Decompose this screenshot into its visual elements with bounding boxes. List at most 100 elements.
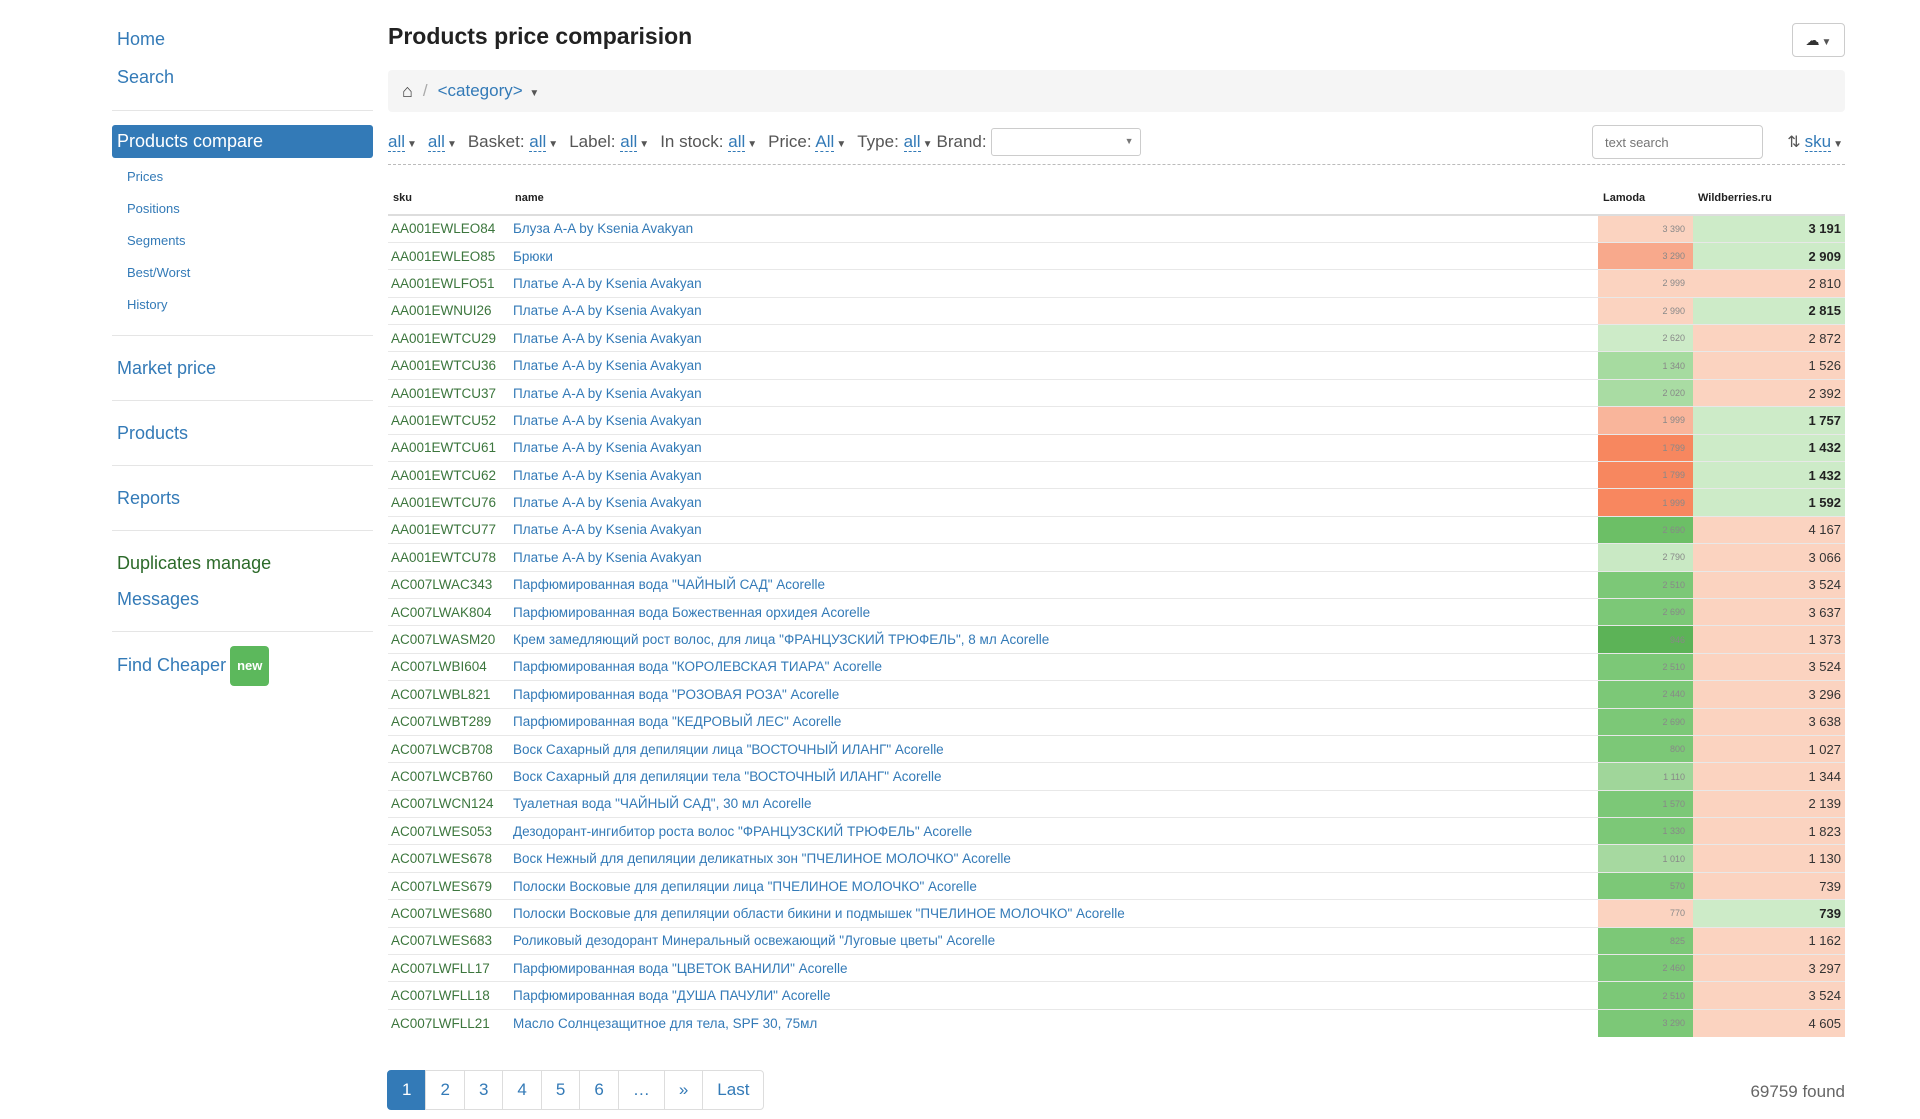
page-link[interactable]: 1 <box>387 1070 427 1110</box>
nav-find-cheaper[interactable]: Find Cheaper new <box>112 646 373 686</box>
filter-1-dropdown[interactable]: all <box>388 132 406 152</box>
sku-cell[interactable]: AA001EWTCU29 <box>388 324 510 352</box>
sku-cell[interactable]: AC007LWBT289 <box>388 707 510 736</box>
sku-cell[interactable]: AC007LWCN124 <box>388 789 510 818</box>
subnav-history[interactable]: History <box>127 289 373 321</box>
product-name-link[interactable]: Парфюмированная вода "РОЗОВАЯ РОЗА" Acor… <box>510 680 1598 709</box>
product-name-link[interactable]: Брюки <box>510 241 1598 270</box>
home-icon[interactable]: ⌂ <box>402 81 413 102</box>
col-wildberries[interactable]: Wildberries.ru <box>1693 181 1845 216</box>
sku-cell[interactable]: AA001EWTCU77 <box>388 515 510 544</box>
subnav-best-worst[interactable]: Best/Worst <box>127 257 373 289</box>
subnav-positions[interactable]: Positions <box>127 193 373 225</box>
product-name-link[interactable]: Парфюмированная вода Божественная орхиде… <box>510 597 1598 626</box>
subnav-segments[interactable]: Segments <box>127 225 373 257</box>
page-link[interactable]: 5 <box>540 1070 581 1110</box>
sku-cell[interactable]: AA001EWTCU61 <box>388 433 510 462</box>
product-name-link[interactable]: Платье A-A by Ksenia Avakyan <box>510 461 1598 489</box>
sku-cell[interactable]: AC007LWCB708 <box>388 734 510 763</box>
nav-duplicates-manage[interactable]: Duplicates manage <box>112 545 373 581</box>
nav-home[interactable]: Home <box>117 20 373 58</box>
sku-cell[interactable]: AC007LWES679 <box>388 871 510 900</box>
product-name-link[interactable]: Парфюмированная вода "ЦВЕТОК ВАНИЛИ" Aco… <box>510 954 1598 982</box>
price-dropdown[interactable]: All <box>815 132 835 152</box>
product-name-link[interactable]: Платье A-A by Ksenia Avakyan <box>510 324 1598 352</box>
sku-cell[interactable]: AA001EWNUI26 <box>388 296 510 325</box>
nav-search[interactable]: Search <box>117 58 373 96</box>
product-name-link[interactable]: Парфюмированная вода "ДУША ПАЧУЛИ" Acore… <box>510 981 1598 1010</box>
product-name-link[interactable]: Платье A-A by Ksenia Avakyan <box>510 296 1598 325</box>
basket-dropdown[interactable]: all <box>529 132 547 152</box>
sku-cell[interactable]: AA001EWTCU78 <box>388 543 510 572</box>
sku-cell[interactable]: AC007LWAK804 <box>388 597 510 626</box>
text-search-input[interactable] <box>1592 125 1763 159</box>
col-lamoda[interactable]: Lamoda <box>1598 181 1693 216</box>
product-name-link[interactable]: Платье A-A by Ksenia Avakyan <box>510 488 1598 517</box>
sku-cell[interactable]: AA001EWTCU36 <box>388 351 510 380</box>
sku-cell[interactable]: AA001EWLEO85 <box>388 241 510 270</box>
sku-cell[interactable]: AC007LWFLL18 <box>388 981 510 1010</box>
product-name-link[interactable]: Платье A-A by Ksenia Avakyan <box>510 543 1598 572</box>
page-link[interactable]: … <box>617 1070 665 1110</box>
nav-products-compare[interactable]: Products compare <box>112 125 373 158</box>
sku-cell[interactable]: AA001EWTCU52 <box>388 406 510 435</box>
product-name-link[interactable]: Платье A-A by Ksenia Avakyan <box>510 351 1598 380</box>
product-name-link[interactable]: Парфюмированная вода "ЧАЙНЫЙ САД" Acorel… <box>510 570 1598 599</box>
page-link[interactable]: Last <box>702 1070 765 1110</box>
product-name-link[interactable]: Парфюмированная вода "КОРОЛЕВСКАЯ ТИАРА"… <box>510 652 1598 681</box>
nav-reports[interactable]: Reports <box>112 480 373 516</box>
page-link[interactable]: 6 <box>579 1070 619 1110</box>
sku-cell[interactable]: AC007LWAC343 <box>388 570 510 599</box>
product-name-link[interactable]: Платье A-A by Ksenia Avakyan <box>510 378 1598 407</box>
sku-cell[interactable]: AC007LWBI604 <box>388 652 510 681</box>
sku-cell[interactable]: AC007LWFLL17 <box>388 954 510 982</box>
nav-market-price[interactable]: Market price <box>112 350 373 386</box>
page-link[interactable]: 2 <box>425 1070 465 1110</box>
page-link[interactable]: 4 <box>502 1070 542 1110</box>
sku-cell[interactable]: AC007LWBL821 <box>388 680 510 709</box>
sku-cell[interactable]: AC007LWCB760 <box>388 762 510 791</box>
cloud-download-button[interactable]: ☁ ▼ <box>1792 23 1845 57</box>
product-name-link[interactable]: Масло Солнцезащитное для тела, SPF 30, 7… <box>510 1008 1598 1037</box>
label-dropdown[interactable]: all <box>620 132 638 152</box>
col-name[interactable]: name <box>510 181 1598 216</box>
product-name-link[interactable]: Платье A-A by Ksenia Avakyan <box>510 406 1598 435</box>
category-dropdown[interactable]: <category> ▼ <box>438 81 540 101</box>
brand-select[interactable]: ▼ <box>990 128 1141 156</box>
product-name-link[interactable]: Дезодорант-ингибитор роста волос "ФРАНЦУ… <box>510 817 1598 845</box>
nav-products[interactable]: Products <box>112 415 373 451</box>
product-name-link[interactable]: Воск Нежный для депиляции деликатных зон… <box>510 844 1598 873</box>
sku-cell[interactable]: AA001EWTCU76 <box>388 488 510 517</box>
product-name-link[interactable]: Крем замедляющий рост волос, для лица "Ф… <box>510 625 1598 654</box>
product-name-link[interactable]: Туалетная вода "ЧАЙНЫЙ САД", 30 мл Acore… <box>510 789 1598 818</box>
product-name-link[interactable]: Парфюмированная вода "КЕДРОВЫЙ ЛЕС" Acor… <box>510 707 1598 736</box>
product-name-link[interactable]: Роликовый дезодорант Минеральный освежаю… <box>510 926 1598 955</box>
instock-dropdown[interactable]: all <box>728 132 746 152</box>
sku-cell[interactable]: AC007LWES683 <box>388 926 510 955</box>
sku-cell[interactable]: AA001EWTCU62 <box>388 461 510 489</box>
col-sku[interactable]: sku <box>388 181 510 216</box>
product-name-link[interactable]: Блуза A-A by Ksenia Avakyan <box>510 214 1598 243</box>
sku-cell[interactable]: AA001EWLEO84 <box>388 214 510 243</box>
sku-cell[interactable]: AC007LWASM20 <box>388 625 510 654</box>
filter-2-dropdown[interactable]: all <box>427 132 445 152</box>
sku-cell[interactable]: AA001EWLFO51 <box>388 269 510 298</box>
subnav-prices[interactable]: Prices <box>127 161 373 193</box>
page-link[interactable]: 3 <box>463 1070 504 1110</box>
sku-cell[interactable]: AC007LWES680 <box>388 899 510 928</box>
sku-cell[interactable]: AA001EWTCU37 <box>388 378 510 407</box>
product-name-link[interactable]: Воск Сахарный для депиляции тела "ВОСТОЧ… <box>510 762 1598 791</box>
product-name-link[interactable]: Платье A-A by Ksenia Avakyan <box>510 515 1598 544</box>
sort-dropdown[interactable]: ⇅ sku ▼ <box>1787 132 1843 152</box>
type-dropdown[interactable]: all <box>903 132 921 152</box>
product-name-link[interactable]: Платье A-A by Ksenia Avakyan <box>510 433 1598 462</box>
sku-cell[interactable]: AC007LWES053 <box>388 817 510 845</box>
sku-cell[interactable]: AC007LWES678 <box>388 844 510 873</box>
page-link[interactable]: » <box>663 1070 704 1110</box>
product-name-link[interactable]: Платье A-A by Ksenia Avakyan <box>510 269 1598 298</box>
product-name-link[interactable]: Воск Сахарный для депиляции лица "ВОСТОЧ… <box>510 734 1598 763</box>
product-name-link[interactable]: Полоски Восковые для депиляции лица "ПЧЕ… <box>510 871 1598 900</box>
sku-cell[interactable]: AC007LWFLL21 <box>388 1008 510 1037</box>
nav-messages[interactable]: Messages <box>112 581 373 617</box>
product-name-link[interactable]: Полоски Восковые для депиляции области б… <box>510 899 1598 928</box>
